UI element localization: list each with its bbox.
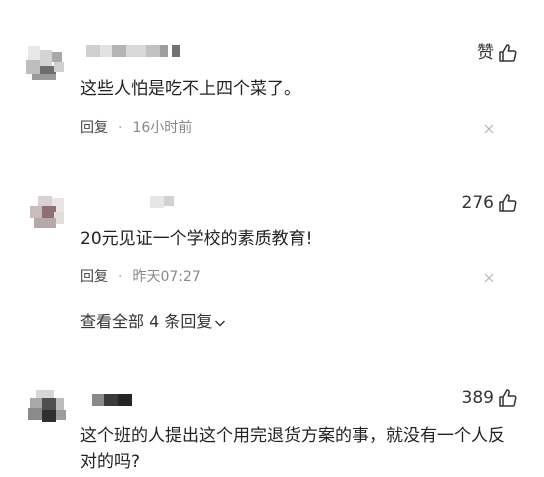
comment-text: 这些人怕是吃不上四个菜了。: [80, 79, 301, 99]
comment-meta: 回复 · 16小时前: [80, 119, 192, 137]
avatar[interactable]: [24, 390, 66, 424]
close-icon[interactable]: [484, 273, 494, 283]
like-count[interactable]: 389: [462, 388, 494, 408]
comment-text: 20元见证一个学校的素质教育!: [80, 229, 313, 249]
comment-meta: 回复 · 昨天07:27: [80, 268, 201, 286]
avatar[interactable]: [24, 46, 66, 80]
separator: ·: [118, 269, 123, 285]
username[interactable]: [80, 394, 140, 410]
thumbs-up-icon[interactable]: [498, 43, 518, 63]
avatar[interactable]: [24, 196, 66, 230]
reply-button[interactable]: 回复: [80, 120, 108, 136]
thumbs-up-icon[interactable]: [498, 193, 518, 213]
view-all-replies-link[interactable]: 查看全部 4 条回复: [80, 312, 226, 332]
username[interactable]: [80, 45, 190, 61]
timestamp: 16小时前: [132, 120, 193, 136]
separator: ·: [118, 120, 123, 136]
like-label[interactable]: 赞: [477, 43, 494, 63]
chevron-down-icon: [215, 320, 226, 326]
reply-button[interactable]: 回复: [80, 269, 108, 285]
timestamp: 昨天07:27: [132, 269, 201, 285]
thumbs-up-icon[interactable]: [498, 388, 518, 408]
close-icon[interactable]: [484, 124, 494, 134]
view-all-replies-label: 查看全部 4 条回复: [80, 312, 213, 331]
comment-text: 这个班的人提出这个用完退货方案的事，就没有一个人反对的吗?: [80, 426, 505, 472]
username[interactable]: [80, 196, 180, 212]
like-count[interactable]: 276: [462, 193, 494, 213]
